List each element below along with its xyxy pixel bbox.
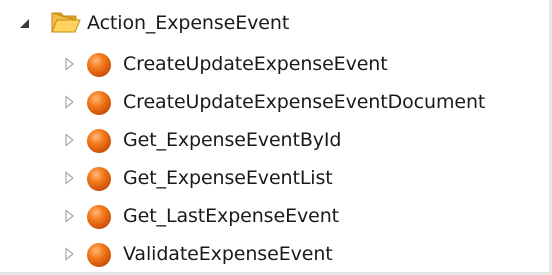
tree-panel: Action_ExpenseEvent CreateUpdateExpenseE… <box>0 0 552 275</box>
orange-ball-icon <box>86 52 112 82</box>
collapsed-arrow-icon[interactable] <box>63 133 77 147</box>
collapsed-arrow-icon[interactable] <box>63 57 77 71</box>
tree-node-child[interactable]: Get_ExpenseEventById <box>0 122 549 158</box>
orange-ball-icon <box>86 242 112 272</box>
tree-node-action-expenseevent[interactable]: Action_ExpenseEvent <box>0 5 549 41</box>
tree-node-label: ValidateExpenseEvent <box>123 243 333 265</box>
collapsed-arrow-icon[interactable] <box>63 209 77 223</box>
orange-ball-icon <box>86 90 112 120</box>
tree-node-label: Get_LastExpenseEvent <box>123 205 339 227</box>
tree-node-label: Action_ExpenseEvent <box>87 12 290 34</box>
tree-node-child[interactable]: CreateUpdateExpenseEventDocument <box>0 84 549 120</box>
tree-node-child[interactable]: ValidateExpenseEvent <box>0 236 549 272</box>
orange-ball-icon <box>86 204 112 234</box>
collapsed-arrow-icon[interactable] <box>63 95 77 109</box>
collapsed-arrow-icon[interactable] <box>63 171 77 185</box>
tree-node-child[interactable]: Get_LastExpenseEvent <box>0 198 549 234</box>
tree-node-label: CreateUpdateExpenseEventDocument <box>123 91 486 113</box>
tree-node-label: Get_ExpenseEventList <box>123 167 333 189</box>
tree-node-label: CreateUpdateExpenseEvent <box>123 53 388 75</box>
collapsed-arrow-icon[interactable] <box>63 247 77 261</box>
expanded-arrow-icon[interactable] <box>18 17 32 31</box>
orange-ball-icon <box>86 166 112 196</box>
orange-ball-icon <box>86 128 112 158</box>
tree-node-child[interactable]: Get_ExpenseEventList <box>0 160 549 196</box>
tree-node-child[interactable]: CreateUpdateExpenseEvent <box>0 46 549 82</box>
tree-node-label: Get_ExpenseEventById <box>123 129 342 151</box>
folder-open-icon <box>51 10 81 38</box>
